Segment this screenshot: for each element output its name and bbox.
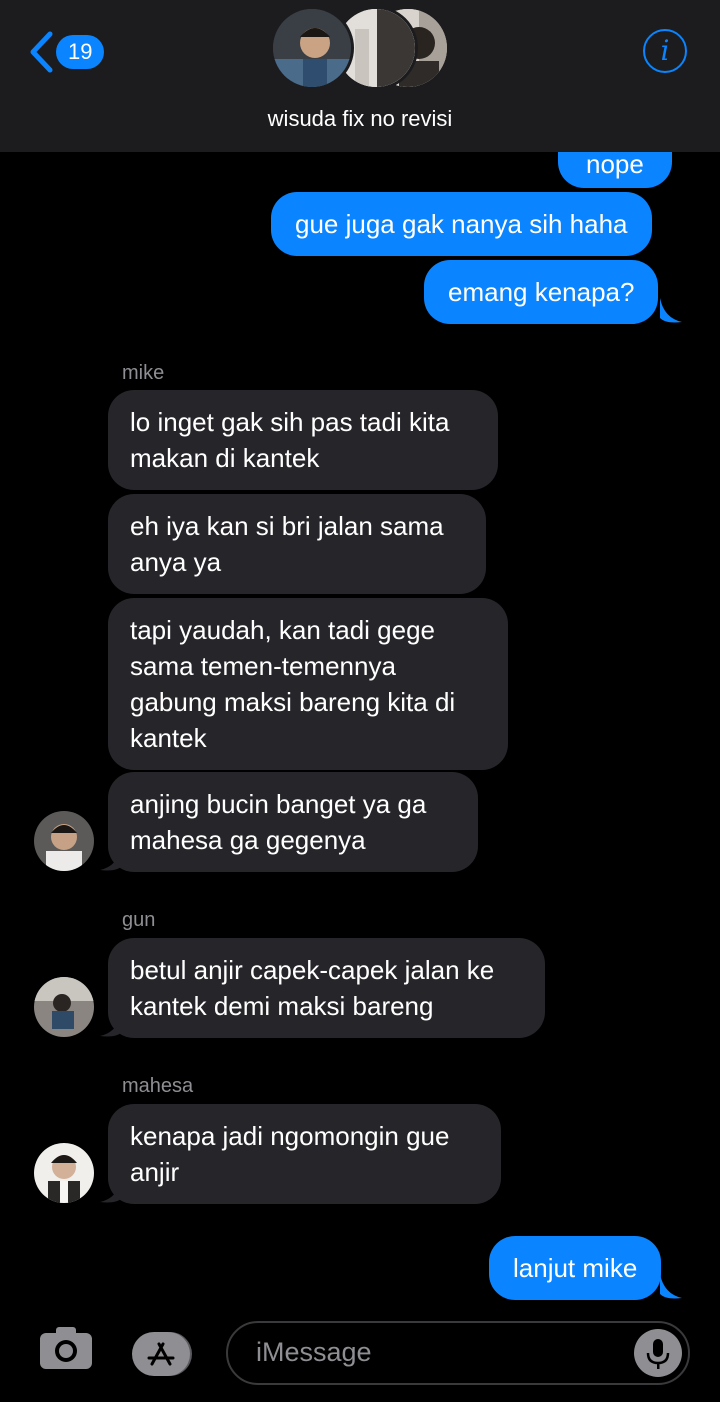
app-store-icon[interactable]	[130, 1331, 194, 1377]
avatar[interactable]	[34, 811, 94, 871]
incoming-message[interactable]: eh iya kan si bri jalan sama anya ya	[108, 494, 486, 594]
conversation-header: 19 wisuda fix no revisi i	[0, 0, 720, 152]
outgoing-message[interactable]: emang kenapa?	[424, 260, 659, 324]
sender-name: mike	[122, 362, 165, 384]
avatar	[270, 6, 354, 90]
bubble-tail	[100, 846, 122, 871]
bubble-tail	[100, 1178, 122, 1203]
microphone-button[interactable]	[634, 1329, 682, 1377]
composer-bar: iMessage	[0, 1305, 720, 1402]
microphone-icon	[646, 1339, 670, 1369]
info-icon[interactable]: i	[643, 29, 687, 73]
back-button[interactable]: 19	[28, 30, 105, 74]
sender-name: gun	[122, 909, 156, 931]
incoming-message[interactable]: kenapa jadi ngomongin gue anjir	[108, 1104, 501, 1204]
bubble-tail	[100, 1012, 122, 1037]
incoming-message[interactable]: tapi yaudah, kan tadi gege sama temen-te…	[108, 598, 508, 770]
chevron-left-icon	[30, 31, 53, 73]
incoming-message[interactable]: lo inget gak sih pas tadi kita makan di …	[108, 390, 498, 490]
bubble-tail	[660, 1274, 682, 1299]
outgoing-message[interactable]: lanjut mike	[489, 1236, 662, 1300]
avatar[interactable]	[34, 1143, 94, 1203]
outgoing-message[interactable]: gue juga gak nanya sih haha	[271, 192, 652, 256]
group-avatars[interactable]	[270, 6, 450, 94]
unread-count-badge: 19	[56, 35, 105, 69]
bubble-tail	[660, 298, 682, 323]
message-input[interactable]: iMessage	[226, 1321, 690, 1385]
avatar[interactable]	[34, 977, 94, 1037]
group-name[interactable]: wisuda fix no revisi	[0, 106, 720, 132]
incoming-message[interactable]: anjing bucin banget ya ga mahesa ga gege…	[108, 772, 478, 872]
message-input-placeholder: iMessage	[256, 1337, 372, 1367]
sender-name: mahesa	[122, 1075, 194, 1097]
camera-icon[interactable]	[38, 1325, 94, 1371]
incoming-message[interactable]: betul anjir capek-capek jalan ke kantek …	[108, 938, 545, 1038]
